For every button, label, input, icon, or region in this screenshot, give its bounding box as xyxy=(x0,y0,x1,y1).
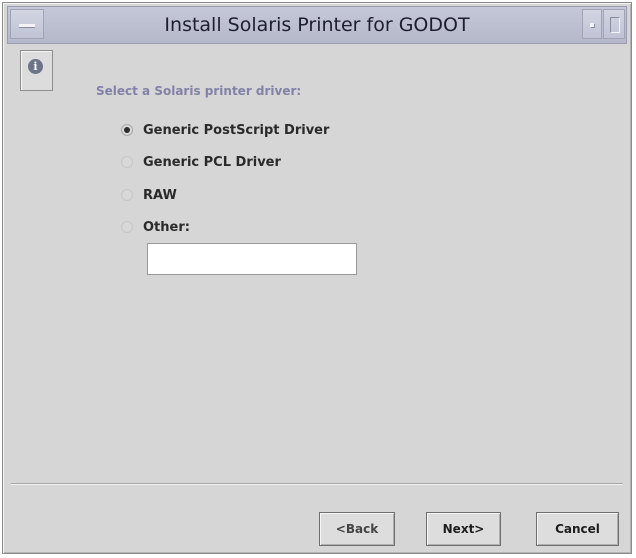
radio-button[interactable] xyxy=(121,221,133,233)
radio-button[interactable] xyxy=(121,189,133,201)
window-menu-button[interactable] xyxy=(10,9,44,39)
next-button[interactable]: Next> xyxy=(426,512,501,546)
radio-label: Generic PostScript Driver xyxy=(143,123,330,138)
radio-label: Generic PCL Driver xyxy=(143,155,281,170)
back-button[interactable]: <Back xyxy=(319,512,395,546)
maximize-button[interactable] xyxy=(603,9,625,39)
radio-label: RAW xyxy=(143,188,177,203)
minimize-button[interactable] xyxy=(582,9,602,39)
minimize-icon xyxy=(590,23,594,27)
info-icon: i xyxy=(28,59,43,74)
cancel-button[interactable]: Cancel xyxy=(536,512,619,546)
other-driver-input[interactable] xyxy=(147,243,357,275)
driver-prompt: Select a Solaris printer driver: xyxy=(96,84,302,98)
radio-button-selected[interactable] xyxy=(121,124,133,136)
info-panel: i xyxy=(20,50,53,91)
radio-button[interactable] xyxy=(121,156,133,168)
installer-dialog: Install Solaris Printer for GODOT i Sele… xyxy=(2,2,632,554)
title-bar[interactable]: Install Solaris Printer for GODOT xyxy=(7,6,627,44)
maximize-icon xyxy=(610,17,620,33)
radio-label: Other: xyxy=(143,220,190,235)
window-title: Install Solaris Printer for GODOT xyxy=(164,14,470,36)
back-button-label: <Back xyxy=(335,522,379,536)
button-separator xyxy=(11,483,623,485)
window-menu-icon xyxy=(19,24,35,27)
